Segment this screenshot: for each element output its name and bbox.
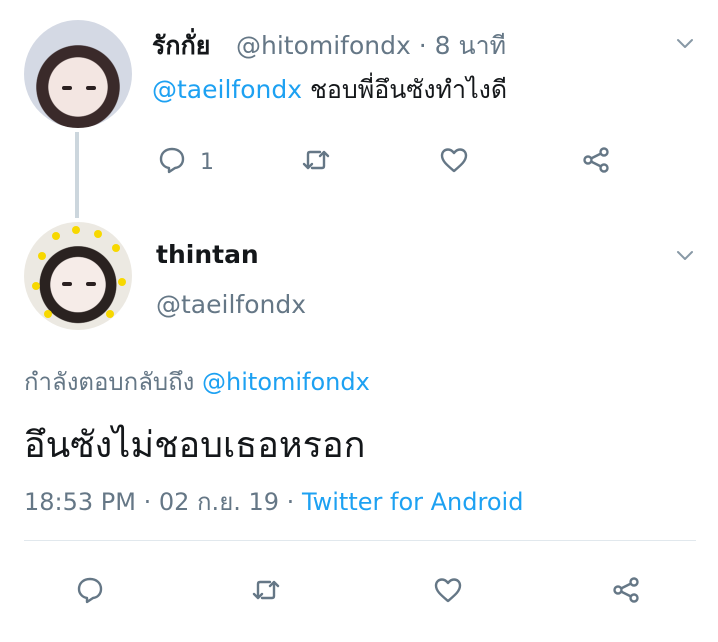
handle-and-time: @hitomifondx · 8 นาที	[236, 31, 507, 60]
reply-icon	[156, 144, 188, 180]
tweet-text: @taeilfondx ชอบพี่อึนซังทำไงดี	[152, 70, 507, 110]
mention-link[interactable]: @taeilfondx	[152, 75, 302, 104]
avatar-eye	[62, 86, 72, 90]
avatar-decoration	[106, 310, 114, 318]
replying-to: กำลังตอบกลับถึง @hitomifondx	[24, 362, 370, 401]
display-name[interactable]: รักกั่ย	[152, 26, 210, 66]
avatar-eye	[86, 86, 96, 90]
avatar-decoration	[94, 230, 102, 238]
avatar-decoration	[112, 244, 120, 252]
avatar[interactable]	[24, 222, 132, 330]
avatar-decoration	[118, 278, 126, 286]
reply-count: 1	[200, 149, 214, 175]
avatar-decoration	[52, 232, 60, 240]
reply-button[interactable]: 1	[156, 144, 214, 180]
divider	[24, 540, 696, 541]
mention-link[interactable]: @hitomifondx	[202, 368, 370, 396]
retweet-button[interactable]	[250, 574, 282, 610]
heart-icon	[432, 574, 464, 610]
chevron-down-icon[interactable]	[676, 246, 694, 264]
thread-connector	[75, 132, 79, 218]
retweet-icon	[300, 144, 332, 180]
like-button[interactable]	[438, 144, 470, 180]
like-button[interactable]	[432, 574, 464, 610]
display-name[interactable]: thintan	[156, 240, 259, 269]
tweet-text: อึนซังไม่ชอบเธอหรอก	[24, 425, 366, 466]
chevron-down-icon[interactable]	[676, 34, 694, 52]
tweet-body: ชอบพี่อึนซังทำไงดี	[302, 75, 508, 104]
avatar-decoration	[38, 252, 46, 260]
retweet-icon	[250, 574, 282, 610]
avatar-decoration	[44, 310, 52, 318]
handle[interactable]: @taeilfondx	[156, 290, 306, 319]
share-icon	[580, 144, 612, 180]
avatar[interactable]	[24, 20, 132, 128]
share-icon	[610, 574, 642, 610]
reply-button[interactable]	[74, 574, 106, 610]
retweet-button[interactable]	[300, 144, 332, 180]
tweet-meta: 18:53 PM · 02 ก.ย. 19 · Twitter for Andr…	[24, 482, 523, 521]
share-button[interactable]	[610, 574, 642, 610]
source-link[interactable]: Twitter for Android	[302, 488, 523, 516]
avatar-decoration	[32, 282, 40, 290]
avatar-eye	[62, 282, 72, 286]
replying-to-label: กำลังตอบกลับถึง	[24, 368, 203, 396]
avatar-decoration	[72, 226, 80, 234]
avatar-eye	[86, 282, 96, 286]
heart-icon	[438, 144, 470, 180]
timestamp: 18:53 PM · 02 ก.ย. 19 ·	[24, 488, 302, 516]
share-button[interactable]	[580, 144, 612, 180]
reply-icon	[74, 574, 106, 610]
